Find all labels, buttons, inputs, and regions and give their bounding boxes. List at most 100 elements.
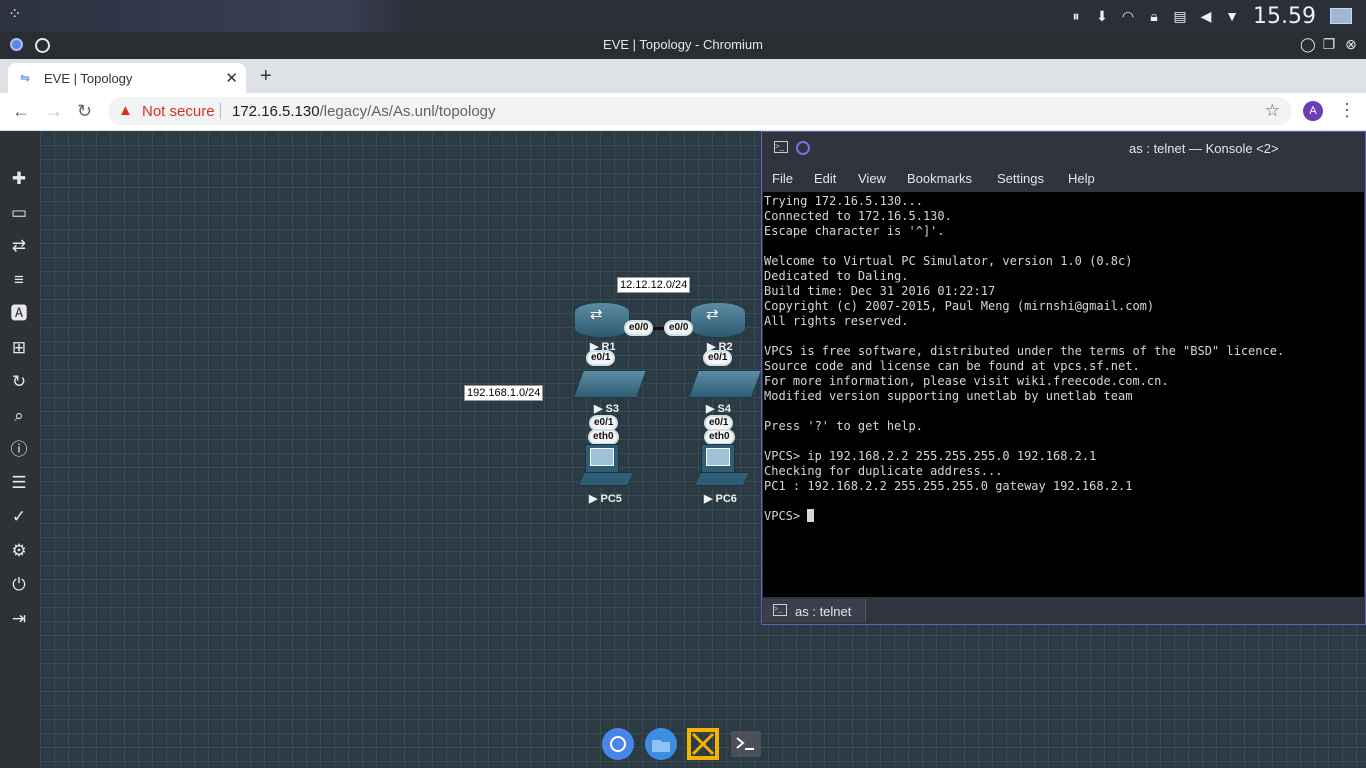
pc-pc5[interactable] — [585, 444, 619, 474]
terminal-output[interactable]: Trying 172.16.5.130... Connected to 172.1… — [763, 192, 1364, 597]
terminal-line: Dedicated to Daling. — [764, 269, 909, 283]
pause-icon[interactable]: ⏸ — [1067, 7, 1085, 25]
new-tab-icon[interactable]: + — [260, 65, 272, 88]
eve-favicon-icon: ⇋ — [20, 71, 31, 85]
screen-icon[interactable] — [1330, 8, 1352, 24]
bookmark-star-icon[interactable]: ☆ — [1265, 101, 1280, 121]
menu-bookmarks[interactable]: Bookmarks — [907, 171, 972, 186]
dock — [598, 723, 773, 768]
list-icon[interactable]: ☰ — [9, 473, 29, 493]
system-tray: ⏸ ⬇ ◠ 🔒︎ ▤ ◀ ▼ 15.59 — [1067, 0, 1366, 32]
window-title: EVE | Topology - Chromium — [603, 37, 763, 52]
network-label[interactable]: 192.168.1.0/24 — [464, 385, 544, 401]
networks-icon[interactable]: ⇄ — [9, 236, 29, 256]
system-panel: ⁘ ⏸ ⬇ ◠ 🔒︎ ▤ ◀ ▼ 15.59 — [0, 0, 1366, 32]
menu-settings[interactable]: Settings — [997, 171, 1044, 186]
warning-icon[interactable]: ▲ — [118, 102, 133, 119]
app-launcher-icon[interactable]: ⁘ — [8, 6, 26, 24]
menu-help[interactable]: Help — [1068, 171, 1095, 186]
terminal-icon[interactable]: >_ — [774, 141, 788, 153]
pc-pc6[interactable] — [701, 444, 735, 474]
more-menu-icon[interactable]: ⋮ — [1338, 100, 1356, 121]
chromium-icon[interactable] — [601, 727, 635, 761]
zoom-icon[interactable]: ⌕ — [9, 406, 29, 426]
nodes-icon[interactable]: ▭ — [9, 203, 29, 223]
tab-strip: ⇋ EVE | Topology ✕ + — [0, 59, 1366, 93]
startup-configs-icon[interactable]: ≡ — [9, 270, 29, 290]
back-icon[interactable]: ← — [12, 101, 30, 122]
interface-label: eth0 — [704, 429, 735, 445]
wifi-icon[interactable]: ◠ — [1119, 7, 1137, 25]
terminal-line: Modified version supporting unetlab by u… — [764, 389, 1133, 403]
node-label: ▶ S4 — [706, 403, 731, 415]
url-text[interactable]: 172.16.5.130/legacy/As/As.unl/topology — [232, 103, 496, 120]
chevron-down-icon[interactable]: ▼ — [1223, 7, 1241, 25]
konsole-tab[interactable]: >_ as : telnet — [763, 599, 866, 623]
konsole-window[interactable]: >_ as : telnet — Konsole <2> File Edit V… — [761, 131, 1366, 625]
terminal-line: VPCS is free software, distributed under… — [764, 344, 1285, 358]
logout-icon[interactable]: ⇥ — [9, 609, 29, 629]
terminal-line: Trying 172.16.5.130... — [764, 194, 923, 208]
terminal-line: Press '?' to get help. — [764, 419, 923, 433]
pc-base — [577, 472, 635, 486]
file-manager-icon[interactable] — [644, 727, 678, 761]
node-label: ▶ PC5 — [589, 493, 622, 505]
check-icon[interactable]: ✓ — [9, 507, 29, 527]
terminal-line: All rights reserved. — [764, 314, 909, 328]
add-icon[interactable]: ✚ — [9, 169, 29, 189]
konsole-titlebar: >_ as : telnet — Konsole <2> — [762, 132, 1365, 164]
url-path: /legacy/As/As.unl/topology — [319, 103, 496, 120]
keep-above-icon[interactable] — [796, 141, 810, 155]
terminal-prompt[interactable]: VPCS> — [764, 509, 1364, 524]
terminal-app-icon[interactable] — [729, 727, 763, 761]
url-host: 172.16.5.130 — [232, 103, 320, 120]
terminal-line: Welcome to Virtual PC Simulator, version… — [764, 254, 1133, 268]
text-icon[interactable]: 🅰︎ — [9, 304, 29, 324]
terminal-line: Escape character is '^]'. — [764, 224, 945, 238]
power-icon[interactable]: ⏻ — [9, 575, 29, 595]
lock-icon[interactable]: 🔒︎ — [1145, 7, 1163, 25]
terminal-line: VPCS> ip 192.168.2.2 255.255.255.0 192.1… — [764, 449, 1097, 463]
volume-mute-icon[interactable]: ◀ — [1197, 7, 1215, 25]
clock[interactable]: 15.59 — [1253, 4, 1316, 29]
profile-avatar[interactable]: A — [1303, 101, 1323, 121]
browser-toolbar: ← → ↻ ▲ Not secure 172.16.5.130/legacy/A… — [0, 93, 1366, 131]
router-r1[interactable] — [574, 302, 630, 338]
konsole-tab-label: as : telnet — [795, 604, 852, 619]
refresh-icon[interactable]: ↻ — [9, 372, 29, 392]
network-label[interactable]: 12.12.12.0/24 — [617, 277, 691, 293]
switch-s4[interactable] — [687, 370, 763, 398]
info-icon[interactable]: ⓘ — [9, 440, 29, 460]
close-icon[interactable]: ⊗ — [1344, 37, 1358, 51]
settings-icon[interactable]: ⚙ — [9, 541, 29, 561]
pc-base — [693, 472, 751, 486]
clipboard-icon[interactable]: ▤ — [1171, 7, 1189, 25]
reload-icon[interactable]: ↻ — [77, 101, 92, 122]
interface-label: e0/0 — [664, 320, 694, 336]
konsole-menubar: File Edit View Bookmarks Settings Help — [762, 164, 1365, 192]
minimize-icon[interactable]: ◯ — [1300, 37, 1316, 51]
node-name: S3 — [605, 403, 619, 415]
address-bar[interactable]: ▲ Not secure 172.16.5.130/legacy/As/As.u… — [108, 97, 1292, 125]
window-titlebar: EVE | Topology - Chromium ◯ ❐ ⊗ — [0, 32, 1366, 59]
switch-s3[interactable] — [572, 370, 648, 398]
close-tab-icon[interactable]: ✕ — [225, 69, 238, 87]
menu-edit[interactable]: Edit — [814, 171, 836, 186]
router-r2[interactable] — [690, 302, 746, 338]
security-label[interactable]: Not secure — [142, 103, 215, 120]
text-cursor — [807, 509, 815, 522]
download-icon[interactable]: ⬇ — [1093, 7, 1111, 25]
menu-file[interactable]: File — [772, 171, 793, 186]
terminal-line: For more information, please visit wiki.… — [764, 374, 1169, 388]
forward-icon[interactable]: → — [45, 101, 63, 122]
menu-view[interactable]: View — [858, 171, 886, 186]
tab-eve-topology[interactable]: ⇋ EVE | Topology ✕ — [8, 63, 246, 93]
vm-manager-icon[interactable] — [686, 727, 720, 761]
grid-icon[interactable]: ⊞ — [9, 338, 29, 358]
restore-icon[interactable]: ❐ — [1322, 37, 1336, 51]
